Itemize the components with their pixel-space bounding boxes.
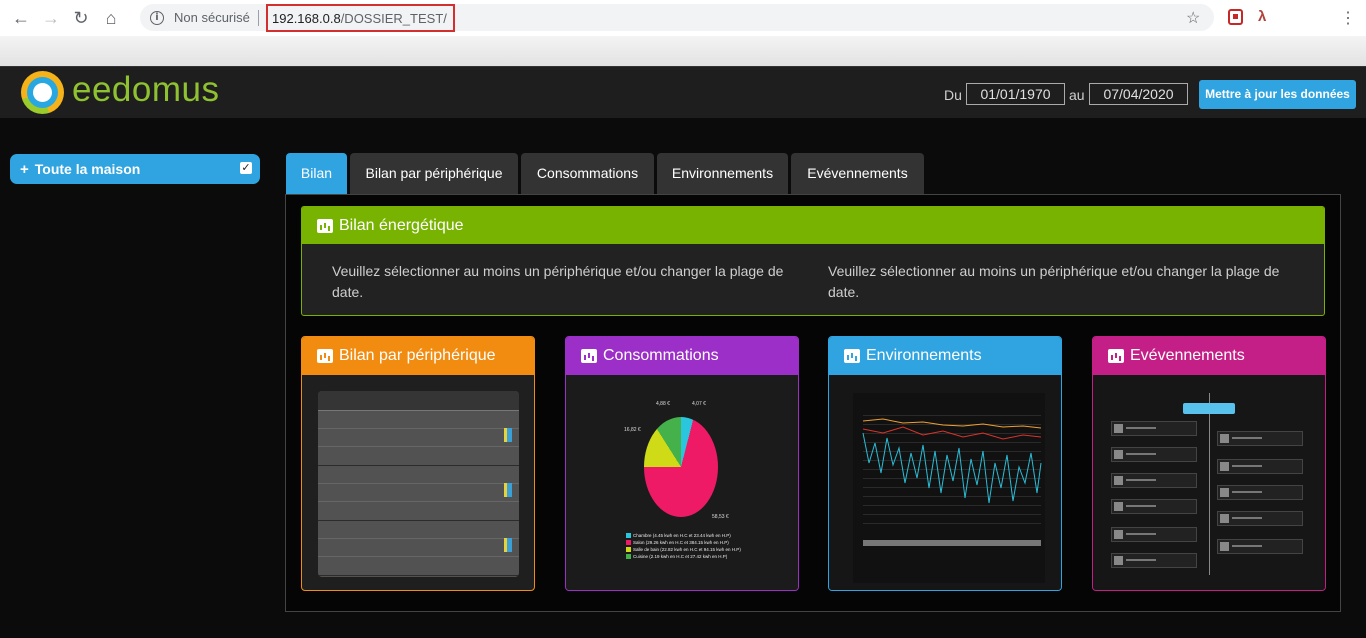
tab-bilan[interactable]: Bilan bbox=[286, 153, 347, 194]
house-label: Toute la maison bbox=[34, 161, 141, 177]
preview-table-image bbox=[318, 391, 519, 577]
forward-arrow-icon[interactable]: → bbox=[36, 3, 66, 33]
tab-environnements[interactable]: Environnements bbox=[657, 153, 788, 194]
timeline-event bbox=[1217, 459, 1303, 474]
home-icon[interactable]: ⌂ bbox=[96, 3, 126, 33]
to-label: au bbox=[1069, 87, 1085, 103]
browser-menu-icon[interactable]: ⋮ bbox=[1340, 8, 1356, 28]
timeline-event bbox=[1111, 473, 1197, 488]
house-selector[interactable]: + Toute la maison ✓ bbox=[10, 154, 260, 184]
bar-chart-icon bbox=[844, 349, 860, 363]
eedomus-logo-icon bbox=[21, 71, 64, 114]
card-header: Evévennements bbox=[1093, 337, 1325, 375]
preview-table-header bbox=[318, 391, 519, 411]
url-host: 192.168.0.8 bbox=[272, 10, 341, 26]
timeline-event bbox=[1111, 499, 1197, 514]
tab-evenements[interactable]: Evévennements bbox=[791, 153, 924, 194]
pie-chart-preview bbox=[644, 417, 718, 517]
timeline-event bbox=[1111, 553, 1197, 568]
timeline-event bbox=[1111, 527, 1197, 542]
card-title: Bilan par périphérique bbox=[339, 347, 496, 364]
timeline-date-chip bbox=[1183, 403, 1235, 414]
bookmarks-bar bbox=[0, 36, 1366, 66]
bar-chart-icon bbox=[581, 349, 597, 363]
card-preview: 4,88 € 4,07 € 16,82 € 58,53 € Chambre (4… bbox=[566, 375, 798, 590]
pie-label: 16,82 € bbox=[624, 427, 641, 433]
bilan-energetique-panel: Bilan énergétique Veuillez sélectionner … bbox=[301, 206, 1325, 316]
timeline-event bbox=[1111, 447, 1197, 462]
reload-icon[interactable]: ↻ bbox=[66, 3, 96, 33]
update-data-button[interactable]: Mettre à jour les données bbox=[1199, 80, 1356, 109]
preview-table-group bbox=[318, 521, 519, 576]
card-header: Consommations bbox=[566, 337, 798, 375]
timeline-event bbox=[1111, 421, 1197, 436]
card-preview bbox=[829, 375, 1061, 590]
card-preview bbox=[302, 375, 534, 590]
legend-item: Chambre (4.45 kwh en H.C et 23.44 kwh en… bbox=[626, 533, 731, 538]
timeline-event bbox=[1217, 485, 1303, 500]
pie-label: 58,53 € bbox=[712, 514, 729, 520]
bar-chart-icon bbox=[1108, 349, 1124, 363]
from-date-input[interactable]: 01/01/1970 bbox=[966, 83, 1065, 105]
pie-label: 4,07 € bbox=[692, 401, 706, 407]
bilan-title: Bilan énergétique bbox=[339, 216, 464, 234]
plus-icon: + bbox=[20, 160, 29, 178]
bar-chart-icon bbox=[317, 218, 333, 233]
info-icon[interactable]: i bbox=[150, 10, 164, 25]
extension-shield-icon[interactable] bbox=[1228, 9, 1243, 25]
timeline-axis bbox=[1209, 393, 1210, 575]
preview-table-group bbox=[318, 466, 519, 521]
bilan-message-left: Veuillez sélectionner au moins un périph… bbox=[332, 263, 784, 300]
back-arrow-icon[interactable]: ← bbox=[6, 3, 36, 33]
card-consommations[interactable]: Consommations 4,88 € 4,07 € 16,82 € 58,5… bbox=[565, 336, 799, 591]
from-label: Du bbox=[944, 87, 962, 103]
card-header: Bilan par périphérique bbox=[302, 337, 534, 375]
pie-label: 4,88 € bbox=[656, 401, 670, 407]
preview-table-group bbox=[318, 411, 519, 466]
security-label: Non sécurisé bbox=[174, 10, 250, 25]
app-header: eedomus Du 01/01/1970 au 07/04/2020 Mett… bbox=[0, 66, 1366, 118]
legend-item: Salle de bain (22.82 kwh en H.C et 94.15… bbox=[626, 547, 741, 552]
bookmark-star-icon[interactable]: ☆ bbox=[1186, 8, 1200, 28]
bilan-message-right: Veuillez sélectionner au moins un périph… bbox=[828, 263, 1280, 300]
timeline-event bbox=[1217, 431, 1303, 446]
card-environnements[interactable]: Environnements bbox=[828, 336, 1062, 591]
logo-text: eedomus bbox=[72, 70, 220, 109]
omnibox-divider bbox=[257, 9, 259, 26]
url-text[interactable]: 192.168.0.8/DOSSIER_TEST/ bbox=[266, 4, 455, 32]
card-bilan-peripherique[interactable]: Bilan par périphérique bbox=[301, 336, 535, 591]
house-checkbox[interactable]: ✓ bbox=[240, 162, 252, 174]
legend-item: Salon (29.26 kwh en H.C et 384.15 kwh en… bbox=[626, 540, 729, 545]
card-title: Environnements bbox=[866, 347, 982, 364]
tab-consommations[interactable]: Consommations bbox=[521, 153, 654, 194]
legend-item: Cuisine (2.19 kwh en H.C et 27.42 kwh en… bbox=[626, 554, 727, 559]
bar-chart-icon bbox=[317, 349, 333, 363]
card-title: Evévennements bbox=[1130, 347, 1245, 364]
card-evenements[interactable]: Evévennements bbox=[1092, 336, 1326, 591]
tab-bilan-peripherique[interactable]: Bilan par périphérique bbox=[350, 153, 518, 194]
timeline-event bbox=[1217, 511, 1303, 526]
card-title: Consommations bbox=[603, 347, 719, 364]
environment-chart-preview bbox=[853, 393, 1045, 583]
to-date-input[interactable]: 07/04/2020 bbox=[1089, 83, 1188, 105]
card-preview bbox=[1093, 375, 1325, 590]
url-path: /DOSSIER_TEST/ bbox=[340, 10, 447, 26]
card-header: Environnements bbox=[829, 337, 1061, 375]
bilan-header: Bilan énergétique bbox=[302, 207, 1324, 244]
pdf-extension-icon[interactable]: λ bbox=[1258, 8, 1266, 25]
timeline-event bbox=[1217, 539, 1303, 554]
